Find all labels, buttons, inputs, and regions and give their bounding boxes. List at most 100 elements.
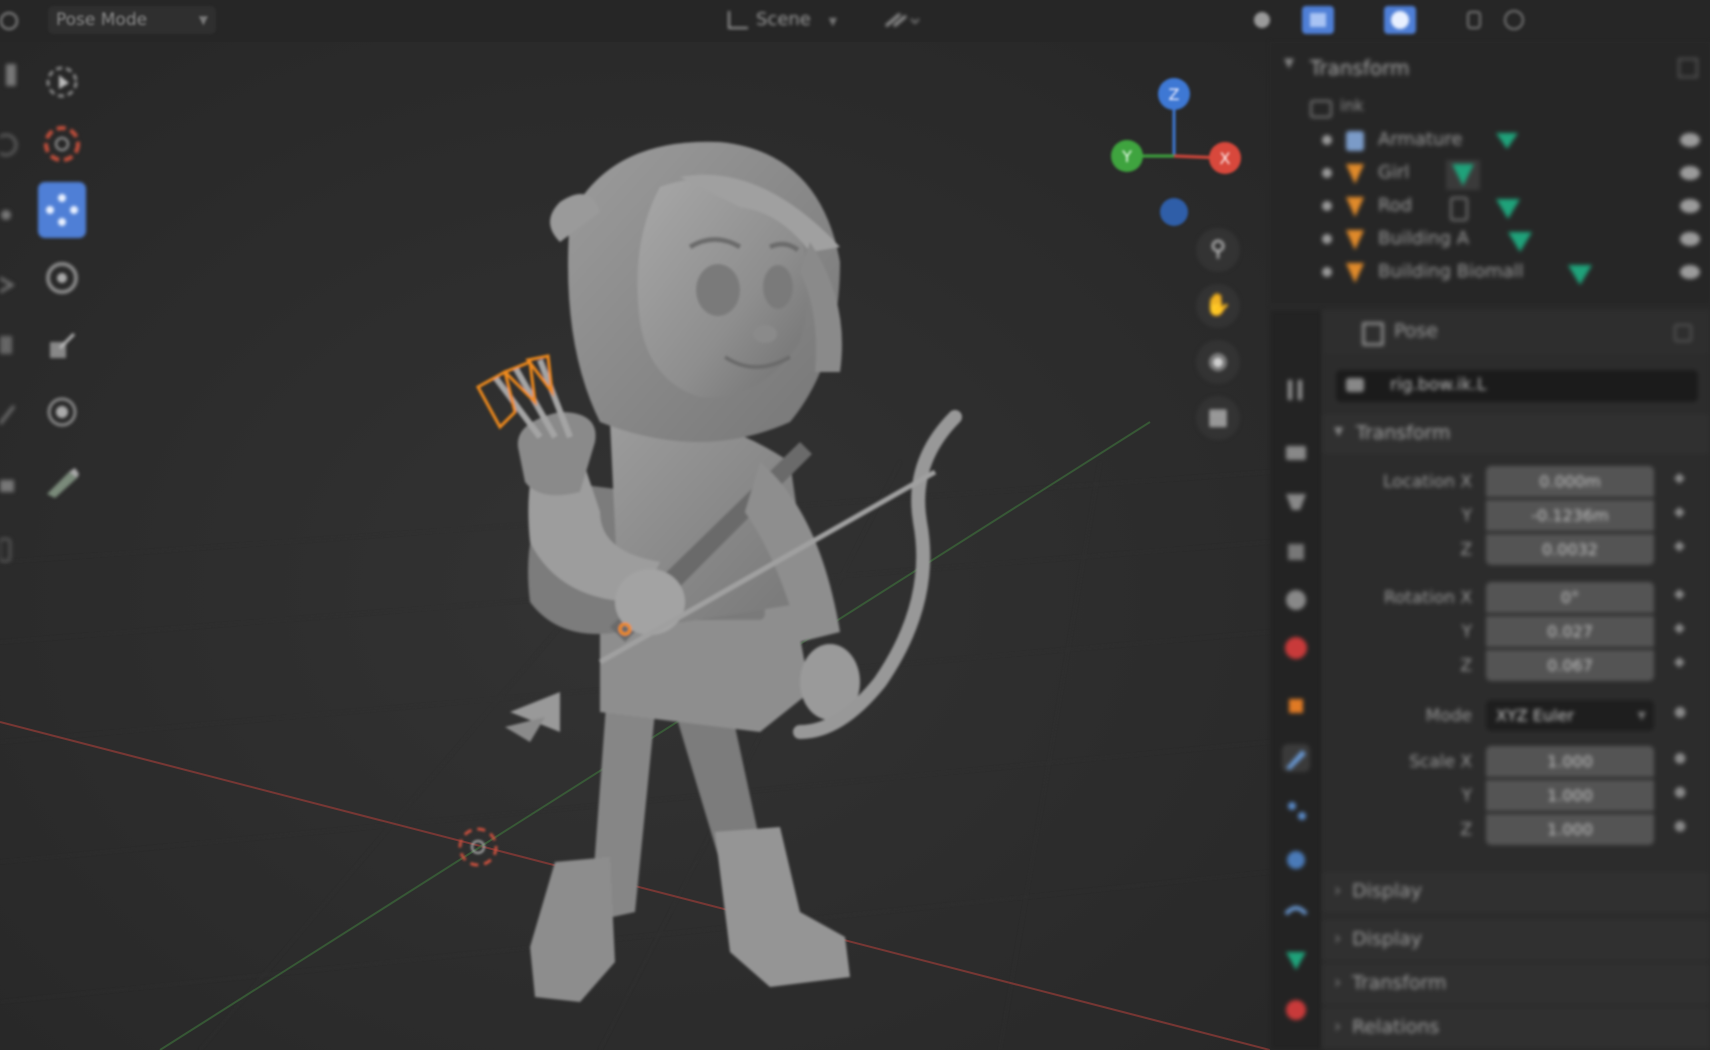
visibility-eye-icon[interactable] bbox=[1680, 199, 1700, 213]
edge-tool-icon[interactable] bbox=[0, 470, 20, 500]
mode-label: Pose Mode bbox=[56, 10, 148, 30]
physics-tab-icon[interactable] bbox=[1282, 846, 1310, 874]
keyframe-icon[interactable]: ◆ bbox=[1674, 538, 1690, 558]
section-label: Transform bbox=[1352, 972, 1447, 994]
keyframe-icon[interactable]: ◆ bbox=[1674, 504, 1690, 524]
visibility-eye-icon[interactable] bbox=[1680, 265, 1700, 279]
outliner-row-rod[interactable]: Rod bbox=[1270, 191, 1710, 224]
scale-x-field[interactable]: 1.000 bbox=[1486, 746, 1654, 777]
data-tab-icon[interactable] bbox=[1282, 946, 1310, 974]
scale-tool[interactable] bbox=[38, 318, 86, 374]
rotation-y-field[interactable]: 0.027 bbox=[1486, 616, 1654, 647]
outliner-row-armature[interactable]: Armature bbox=[1270, 125, 1710, 158]
edge-tool-icon[interactable] bbox=[0, 330, 20, 360]
section-label: Relations bbox=[1352, 1016, 1440, 1038]
keyframe-icon[interactable]: ◆ bbox=[1674, 620, 1690, 640]
render-tab-icon[interactable] bbox=[1282, 438, 1310, 466]
select-box-tool[interactable] bbox=[38, 54, 86, 110]
location-z-field[interactable]: 0.0032 bbox=[1486, 534, 1654, 565]
link-icon[interactable] bbox=[880, 8, 920, 32]
chevron-down-icon: ▼ bbox=[1637, 709, 1646, 722]
rotation-mode-label: Mode bbox=[1425, 706, 1472, 726]
rotation-x-label: Rotation X bbox=[1383, 588, 1472, 608]
edge-tool-icon[interactable] bbox=[0, 400, 20, 430]
outliner-row-girl[interactable]: Girl bbox=[1270, 158, 1710, 191]
shading-rendered-icon[interactable] bbox=[1498, 6, 1530, 34]
transform-tool[interactable] bbox=[38, 384, 86, 440]
visibility-eye-icon[interactable] bbox=[1680, 133, 1700, 147]
expand-icon[interactable] bbox=[1322, 234, 1332, 244]
perspective-grid-icon[interactable]: ▦ bbox=[1196, 396, 1240, 440]
edge-tool-icon[interactable] bbox=[0, 200, 20, 230]
constraints-tab-icon[interactable] bbox=[1282, 896, 1310, 924]
chevron-down-icon: ▼ bbox=[828, 15, 838, 28]
output-tab-icon[interactable] bbox=[1282, 488, 1310, 516]
section-transform[interactable]: › Transform bbox=[1322, 964, 1710, 1004]
view-layer-tab-icon[interactable] bbox=[1282, 538, 1310, 566]
scale-z-field[interactable]: 1.000 bbox=[1486, 814, 1654, 845]
scene-dropdown[interactable]: Scene ▼ bbox=[728, 6, 858, 34]
edge-tool-icon[interactable] bbox=[0, 130, 20, 160]
expand-icon[interactable] bbox=[1322, 267, 1332, 277]
properties-tab-bar bbox=[1270, 310, 1322, 1050]
transform-section-header[interactable]: ▼ Transform bbox=[1322, 414, 1710, 454]
location-y-field[interactable]: -0.1236m bbox=[1486, 500, 1654, 531]
editor-type-icon[interactable] bbox=[0, 8, 26, 34]
keyframe-icon[interactable]: ● bbox=[1674, 704, 1690, 724]
navigation-gizmo[interactable]: Z X Y bbox=[1100, 60, 1250, 230]
xray-toggle-icon[interactable] bbox=[1302, 6, 1334, 34]
section-display[interactable]: › Display bbox=[1322, 920, 1710, 960]
outliner-panel: ▼ Transform ink Armature Girl Rod Buildi… bbox=[1270, 42, 1710, 304]
rotation-x-field[interactable]: 0° bbox=[1486, 582, 1654, 613]
3d-viewport[interactable]: Z X Y ⚲ ✋ ◉ ▦ bbox=[0, 42, 1270, 1050]
keyframe-icon[interactable]: ◆ bbox=[1674, 470, 1690, 490]
rotation-mode-dropdown[interactable]: XYZ Euler ▼ bbox=[1486, 700, 1654, 731]
overlay-icon[interactable] bbox=[1250, 6, 1282, 34]
section-relations[interactable]: › Relations bbox=[1322, 1008, 1710, 1048]
particles-tab-icon[interactable] bbox=[1282, 796, 1310, 824]
mode-dropdown[interactable]: Pose Mode ▼ bbox=[48, 6, 216, 34]
keyframe-icon[interactable]: ◆ bbox=[1674, 586, 1690, 606]
pan-hand-icon[interactable]: ✋ bbox=[1196, 284, 1240, 328]
keyframe-icon[interactable]: ● bbox=[1674, 818, 1690, 838]
section-display[interactable]: › Display bbox=[1322, 872, 1710, 912]
zoom-icon[interactable]: ⚲ bbox=[1196, 228, 1240, 272]
keyframe-icon[interactable]: ● bbox=[1674, 750, 1690, 770]
visibility-eye-icon[interactable] bbox=[1680, 166, 1700, 180]
keyframe-icon[interactable]: ◆ bbox=[1674, 654, 1690, 674]
outliner-row-label: Girl bbox=[1378, 162, 1410, 183]
modifier-tab-icon[interactable] bbox=[1282, 744, 1310, 772]
rotate-tool[interactable] bbox=[38, 250, 86, 306]
outliner-row-building-a[interactable]: Building A bbox=[1270, 224, 1710, 257]
location-x-field[interactable]: 0.000m bbox=[1486, 466, 1654, 497]
rotation-z-field[interactable]: 0.067 bbox=[1486, 650, 1654, 681]
scale-x-label: Scale X bbox=[1409, 752, 1472, 772]
keyframe-icon[interactable]: ● bbox=[1674, 784, 1690, 804]
edge-tool-icon[interactable] bbox=[0, 270, 20, 300]
object-tab-icon[interactable] bbox=[1282, 692, 1310, 720]
shading-material-icon[interactable] bbox=[1458, 6, 1490, 34]
expand-icon[interactable] bbox=[1322, 135, 1332, 145]
world-tab-icon[interactable] bbox=[1282, 634, 1310, 662]
bone-name-field[interactable]: rig.bow.ik.L bbox=[1336, 370, 1698, 402]
expand-icon[interactable] bbox=[1322, 168, 1332, 178]
edge-tool-icon[interactable] bbox=[0, 535, 20, 565]
visibility-eye-icon[interactable] bbox=[1680, 232, 1700, 246]
camera-view-icon[interactable]: ◉ bbox=[1196, 340, 1240, 384]
material-tab-icon[interactable] bbox=[1282, 996, 1310, 1024]
outliner-row-building-biomall[interactable]: Building Biomall bbox=[1270, 257, 1710, 290]
expand-icon[interactable] bbox=[1322, 201, 1332, 211]
shading-solid-icon[interactable] bbox=[1384, 6, 1416, 34]
outliner-root-row[interactable]: ink bbox=[1270, 92, 1710, 125]
annotate-tool[interactable] bbox=[38, 454, 86, 510]
move-tool[interactable] bbox=[38, 182, 86, 238]
tool-settings-tab-icon[interactable] bbox=[1282, 376, 1310, 404]
cursor-tool[interactable] bbox=[38, 116, 86, 172]
drag-handle-icon[interactable] bbox=[1678, 58, 1698, 78]
viewport-header: Pose Mode ▼ Scene ▼ bbox=[0, 0, 1710, 42]
edge-tool-icon[interactable] bbox=[0, 60, 20, 90]
scale-y-field[interactable]: 1.000 bbox=[1486, 780, 1654, 811]
scene-tab-icon[interactable] bbox=[1282, 586, 1310, 614]
collection-icon bbox=[1310, 100, 1332, 118]
pin-icon[interactable] bbox=[1674, 324, 1692, 342]
